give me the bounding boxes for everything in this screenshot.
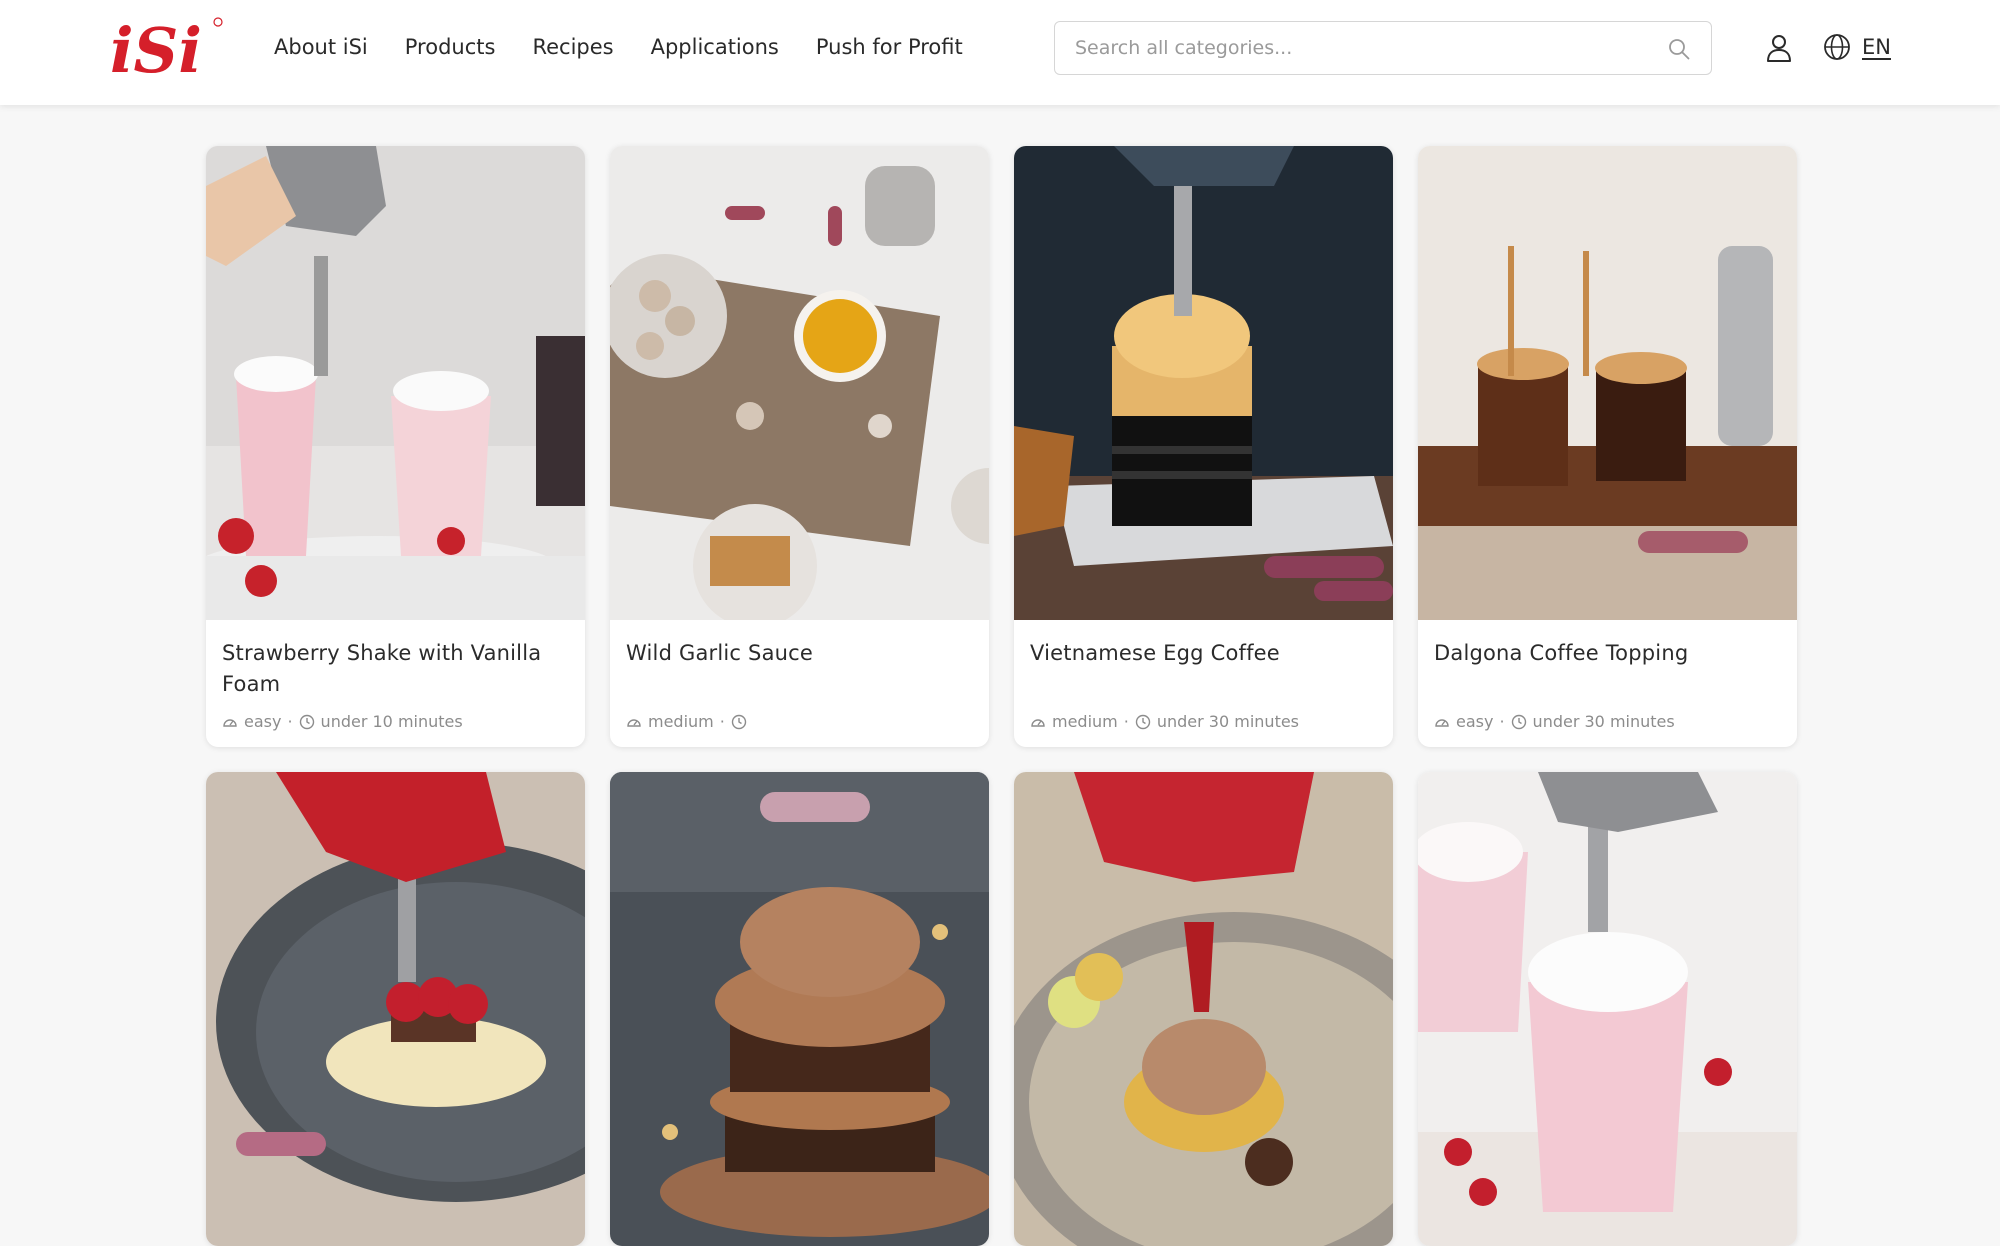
clock-icon xyxy=(1511,714,1526,729)
search-box xyxy=(1054,21,1712,75)
recipe-card[interactable]: Dalgona Coffee Topping easy · under 30 m… xyxy=(1418,146,1797,747)
recipe-difficulty: medium xyxy=(648,712,714,731)
recipe-difficulty: easy xyxy=(1456,712,1494,731)
nav-about[interactable]: About iSi xyxy=(274,30,368,64)
recipe-image-wild-garlic-sauce xyxy=(610,146,989,620)
gauge-icon xyxy=(627,718,641,727)
recipe-title: Strawberry Shake with Vanilla Foam xyxy=(222,641,542,696)
recipe-time: under 30 minutes xyxy=(1532,712,1675,731)
search-icon[interactable] xyxy=(1667,37,1691,61)
recipe-time: under 30 minutes xyxy=(1156,712,1300,731)
recipe-meta: easy · under 10 minutes xyxy=(222,712,463,731)
gauge-icon xyxy=(1031,718,1045,727)
recipe-image-vietnamese-egg-coffee xyxy=(1014,146,1393,620)
recipe-image-dalgona-coffee-topping xyxy=(1418,146,1797,620)
recipe-card[interactable] xyxy=(1418,772,1797,1246)
site-header: iSi About iSi Products Recipes Applicati… xyxy=(0,0,2000,105)
recipe-image-chocolate-tartlet xyxy=(1014,772,1393,1246)
recipe-title: Wild Garlic Sauce xyxy=(626,641,814,665)
recipe-title: Dalgona Coffee Topping xyxy=(1434,641,1689,665)
recipe-card[interactable]: Vietnamese Egg Coffee medium · under 30 … xyxy=(1014,146,1393,747)
clock-icon xyxy=(731,714,747,729)
recipe-image-strawberry-shake xyxy=(206,146,585,620)
recipe-meta: easy · under 30 minutes xyxy=(1434,712,1675,731)
recipe-title: Vietnamese Egg Coffee xyxy=(1030,641,1280,665)
nav-push-for-profit[interactable]: Push for Profit xyxy=(816,30,963,64)
gauge-icon xyxy=(223,718,237,727)
clock-icon xyxy=(299,714,314,729)
nav-recipes[interactable]: Recipes xyxy=(532,30,613,64)
recipe-card[interactable]: Wild Garlic Sauce medium · xyxy=(610,146,989,747)
recipe-image-chocolate-layer-cake xyxy=(610,772,989,1246)
recipe-card[interactable] xyxy=(206,772,585,1246)
recipe-time: under 10 minutes xyxy=(320,712,463,731)
language-switcher[interactable]: EN xyxy=(1862,30,1891,64)
recipe-meta: medium · xyxy=(626,712,753,731)
isi-logo[interactable]: iSi xyxy=(108,14,224,82)
recipe-image-berry-milkshake xyxy=(1418,772,1797,1246)
nav-products[interactable]: Products xyxy=(405,30,496,64)
search-input[interactable] xyxy=(1075,22,1635,74)
recipe-card[interactable]: Strawberry Shake with Vanilla Foam easy … xyxy=(206,146,585,747)
logo-text: iSi xyxy=(110,14,202,82)
recipe-meta: medium · under 30 minutes xyxy=(1030,712,1299,731)
user-icon[interactable] xyxy=(1766,33,1792,63)
globe-icon[interactable] xyxy=(1823,33,1851,61)
main-nav: About iSi Products Recipes Applications … xyxy=(274,30,1000,64)
recipe-image-raspberry-dessert xyxy=(206,772,585,1246)
recipe-difficulty: easy xyxy=(244,712,282,731)
gauge-icon xyxy=(1435,718,1449,727)
recipe-card[interactable] xyxy=(1014,772,1393,1246)
recipe-difficulty: medium xyxy=(1052,712,1118,731)
nav-applications[interactable]: Applications xyxy=(651,30,779,64)
clock-icon xyxy=(1135,714,1151,729)
recipe-card[interactable] xyxy=(610,772,989,1246)
